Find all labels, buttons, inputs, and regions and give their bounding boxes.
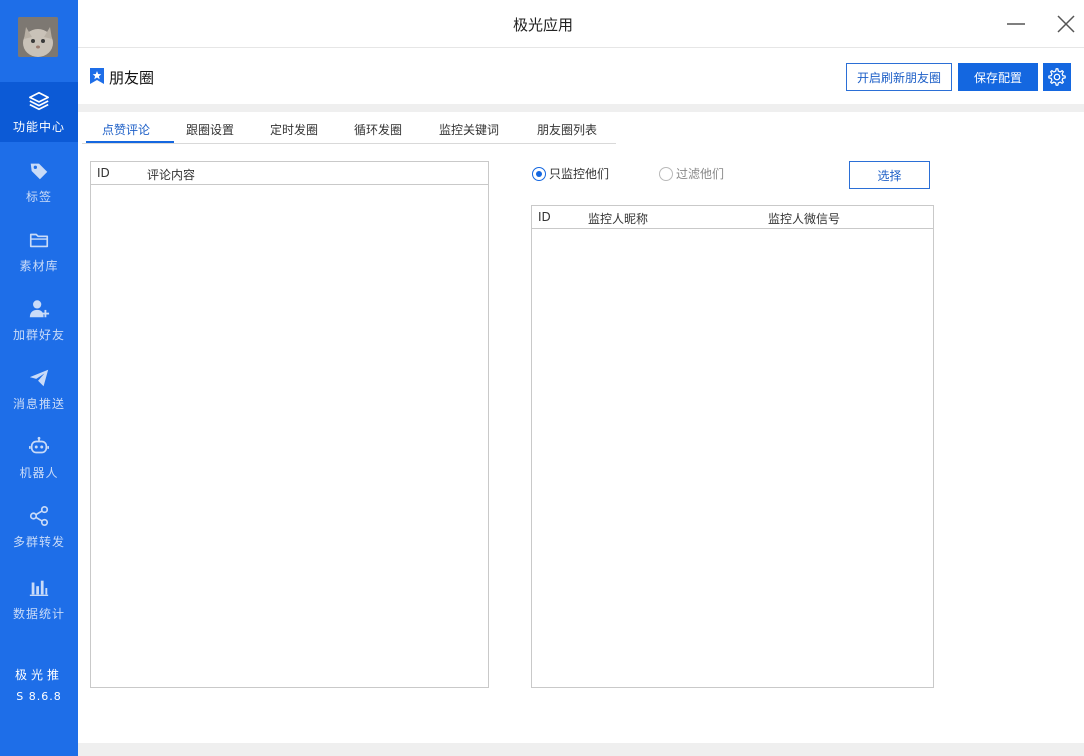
sidebar-item-label: 加群好友	[12, 327, 65, 342]
sidebar-item-push[interactable]: 消息推送	[0, 359, 78, 419]
column-header-comment-content: 评论内容	[147, 168, 196, 182]
save-config-button[interactable]: 保存配置	[958, 63, 1038, 91]
sidebar-item-label: 功能中心	[12, 119, 65, 134]
sidebar-item-robot[interactable]: 机器人	[0, 428, 78, 488]
bottom-gap	[78, 743, 1084, 756]
tab-follow-settings[interactable]: 跟圈设置	[186, 121, 234, 138]
sidebar-item-label: 机器人	[19, 465, 59, 480]
radio-indicator	[659, 166, 673, 181]
share-icon	[29, 505, 49, 526]
section-gap	[78, 104, 1084, 112]
settings-button[interactable]	[1043, 63, 1071, 91]
send-icon	[29, 369, 49, 386]
sidebar-item-label: 素材库	[19, 258, 59, 273]
sidebar-item-add-friends[interactable]: 加群好友	[0, 290, 78, 350]
add-user-icon	[29, 299, 50, 317]
sidebar-item-materials[interactable]: 素材库	[0, 221, 78, 281]
enable-refresh-moments-button[interactable]: 开启刷新朋友圈	[846, 63, 952, 91]
active-tab-indicator	[86, 141, 174, 143]
tab-loop-post[interactable]: 循环发圈	[354, 121, 402, 138]
sidebar-item-multi-forward[interactable]: 多群转发	[0, 497, 78, 557]
sidebar: 功能中心 标签 素材库 加群好友 消息推送 机器人 多群转发 数据统计 极光推 …	[0, 0, 78, 756]
sidebar-item-label: 多群转发	[12, 534, 65, 549]
sidebar-item-label: 标签	[25, 189, 52, 204]
sidebar-item-function-center[interactable]: 功能中心	[0, 82, 78, 142]
avatar[interactable]	[18, 17, 58, 57]
column-header-monitor-nickname: 监控人昵称	[588, 212, 649, 226]
tab-like-comment[interactable]: 点赞评论	[102, 121, 150, 138]
layers-icon	[29, 91, 49, 110]
radio-filter-them[interactable]: 过滤他们	[659, 165, 724, 182]
title-bar: 极光应用	[78, 0, 1084, 48]
sidebar-item-label: 数据统计	[12, 606, 65, 621]
table-header: ID 监控人昵称 监控人微信号	[532, 206, 933, 229]
content-panel: 点赞评论 跟圈设置 定时发圈 循环发圈 监控关键词 朋友圈列表 ID 评论内容 …	[78, 112, 1084, 743]
column-header-id: ID	[538, 210, 551, 224]
close-icon	[1057, 15, 1075, 33]
bookmark-star-icon	[90, 68, 104, 84]
radio-only-monitor[interactable]: 只监控他们	[532, 165, 609, 182]
comment-table[interactable]: ID 评论内容	[90, 161, 489, 688]
version-label: S 8.6.8	[16, 690, 62, 703]
tag-icon	[30, 163, 48, 179]
sidebar-item-label: 消息推送	[12, 396, 65, 411]
minimize-icon	[1007, 23, 1025, 25]
tab-bar: 点赞评论 跟圈设置 定时发圈 循环发圈 监控关键词 朋友圈列表	[82, 112, 616, 144]
tab-monitor-keywords[interactable]: 监控关键词	[439, 121, 499, 138]
monitor-table[interactable]: ID 监控人昵称 监控人微信号	[531, 205, 934, 688]
app-title: 极光应用	[512, 16, 573, 34]
bar-chart-icon	[29, 580, 49, 596]
sidebar-item-tags[interactable]: 标签	[0, 152, 78, 212]
page-header: 朋友圈 开启刷新朋友圈 保存配置	[78, 48, 1084, 104]
tab-scheduled-post[interactable]: 定时发圈	[270, 121, 318, 138]
gear-icon	[1048, 68, 1066, 86]
brand-name: 极光推	[14, 668, 63, 682]
sidebar-item-statistics[interactable]: 数据统计	[0, 569, 78, 629]
select-button[interactable]: 选择	[849, 161, 930, 189]
radio-indicator	[532, 166, 546, 181]
column-header-id: ID	[97, 166, 110, 180]
close-button[interactable]	[1054, 12, 1078, 36]
robot-icon	[29, 436, 49, 453]
table-header: ID 评论内容	[91, 162, 488, 185]
tab-moments-list[interactable]: 朋友圈列表	[537, 121, 597, 138]
radio-label: 只监控他们	[549, 167, 610, 181]
folder-icon	[29, 233, 49, 247]
page-title: 朋友圈	[109, 69, 155, 87]
radio-label: 过滤他们	[676, 167, 725, 181]
avatar-image	[18, 17, 58, 57]
minimize-button[interactable]	[1004, 12, 1028, 36]
column-header-monitor-wechat-id: 监控人微信号	[768, 212, 841, 226]
